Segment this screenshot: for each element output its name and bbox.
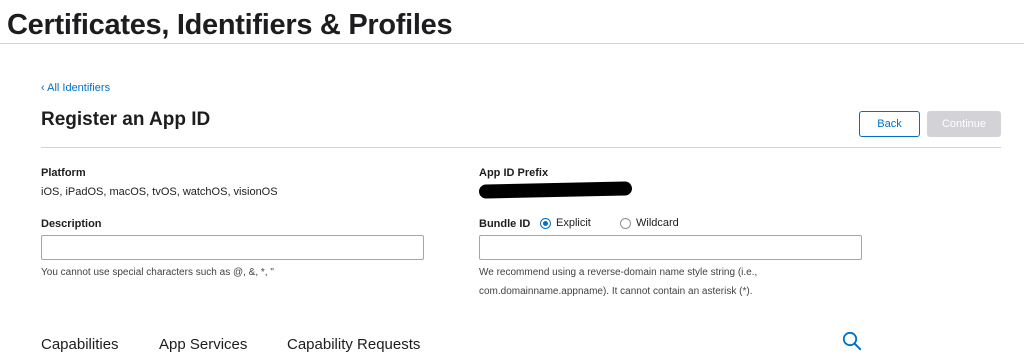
description-input[interactable]	[41, 235, 424, 260]
wildcard-radio[interactable]	[620, 217, 631, 229]
description-label: Description	[41, 218, 102, 230]
description-help: You cannot use special characters such a…	[41, 267, 274, 278]
page-title: Certificates, Identifiers & Profiles	[7, 9, 453, 41]
tab-capabilities[interactable]: Capabilities	[41, 336, 119, 353]
bundle-id-help-line-2: com.domainname.appname). It cannot conta…	[479, 286, 753, 297]
app-id-prefix-redaction	[478, 181, 633, 199]
bundle-id-label: Bundle ID	[479, 218, 531, 230]
search-icon[interactable]	[842, 331, 862, 351]
bundle-id-explicit-option[interactable]: Explicit	[540, 217, 591, 229]
header-divider	[0, 43, 1024, 44]
bundle-id-help-line-1: We recommend using a reverse-domain name…	[479, 267, 758, 278]
bundle-id-input[interactable]	[479, 235, 862, 260]
continue-button[interactable]: Continue	[927, 111, 1001, 137]
explicit-radio-label: Explicit	[556, 217, 591, 229]
platform-label: Platform	[41, 167, 86, 179]
tab-capability-requests[interactable]: Capability Requests	[287, 336, 420, 353]
tab-app-services[interactable]: App Services	[159, 336, 247, 353]
wildcard-radio-label: Wildcard	[636, 217, 679, 229]
back-button[interactable]: Back	[859, 111, 920, 137]
all-identifiers-link[interactable]: ‹ All Identifiers	[41, 82, 110, 94]
app-id-prefix-label: App ID Prefix	[479, 167, 549, 179]
explicit-radio[interactable]	[540, 217, 551, 229]
platform-value: iOS, iPadOS, macOS, tvOS, watchOS, visio…	[41, 186, 278, 198]
section-divider	[41, 147, 1001, 148]
section-title: Register an App ID	[41, 109, 211, 130]
bundle-id-wildcard-option[interactable]: Wildcard	[620, 217, 679, 229]
